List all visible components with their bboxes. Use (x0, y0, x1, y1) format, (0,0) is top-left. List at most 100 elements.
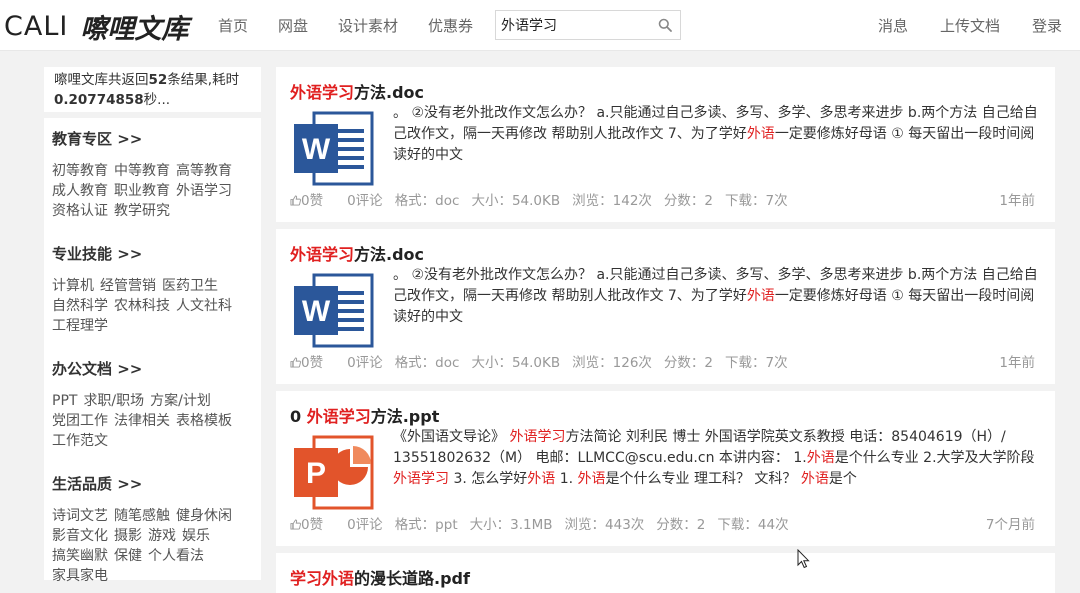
upload-document-link[interactable]: 上传文档 (940, 15, 1000, 36)
logo-text-en: CALI (4, 10, 69, 42)
title-segment: 方法.doc (354, 245, 425, 264)
category-link[interactable]: 方案/计划 (150, 393, 211, 409)
result-card: 0 外语学习方法.ppt P 《外国语文导论》 外语学习方法简论 刘利民 博士 外国… (276, 391, 1055, 546)
category-sidebar: 教育专区 >> 初等教育 中等教育 高等教育成人教育 职业教育 外语学习资格认证 教学研究… (44, 118, 261, 584)
category-link[interactable]: 经管营销 (100, 278, 156, 294)
category-link[interactable]: 教学研究 (114, 203, 170, 219)
category-title-skills[interactable]: 专业技能 >> (52, 243, 253, 264)
category-link[interactable]: 随笔感触 (114, 508, 170, 524)
category-link[interactable]: 医药卫生 (162, 278, 218, 294)
category-link[interactable]: 计算机 (52, 278, 94, 294)
like-button[interactable]: 0赞 (290, 189, 335, 209)
title-segment: 外语学习 (306, 407, 371, 426)
result-card: 学习外语的漫长道路.pdf (276, 553, 1055, 593)
category-group: 教育专区 >> 初等教育 中等教育 高等教育成人教育 职业教育 外语学习资格认证 教学研究 (52, 128, 253, 221)
result-title[interactable]: 0 外语学习方法.ppt (290, 403, 439, 427)
category-link[interactable]: 自然科学 (52, 298, 108, 314)
thumbs-up-icon (290, 357, 301, 368)
category-link[interactable]: 成人教育 (52, 183, 108, 199)
file-format: 格式：ppt (394, 517, 458, 533)
category-link[interactable]: 家具家电 (52, 568, 108, 584)
nav-coupons[interactable]: 优惠券 (428, 15, 473, 36)
file-size: 大小：3.1MB (469, 517, 553, 533)
thumbs-up-icon (290, 195, 301, 206)
result-card: 外语学习方法.doc W 。 ②没有老外批改作文怎么办？ a.只能通过自己多读、多写… (276, 229, 1055, 384)
file-size: 大小：54.0KB (471, 193, 561, 209)
category-link[interactable]: 表格模板 (176, 413, 232, 429)
like-count: 0赞 (301, 193, 324, 209)
result-meta: 0赞 0评论 格式：doc 大小：54.0KB 浏览：142次 分数：2 下载：7次 (290, 189, 800, 209)
category-link[interactable]: 高等教育 (176, 163, 232, 179)
result-title[interactable]: 外语学习方法.doc (290, 241, 424, 265)
category-link[interactable]: 农林科技 (114, 298, 170, 314)
category-link[interactable]: 资格认证 (52, 203, 108, 219)
category-link[interactable]: 党团工作 (52, 413, 108, 429)
category-link[interactable]: 求职/职场 (83, 393, 144, 409)
snippet-segment: 外语 (746, 126, 775, 142)
category-link[interactable]: 工程理学 (52, 318, 108, 334)
category-link[interactable]: 初等教育 (52, 163, 108, 179)
svg-text:P: P (306, 457, 326, 490)
category-link[interactable]: 娱乐 (182, 528, 210, 544)
like-count: 0赞 (301, 355, 324, 371)
top-header: CALI 嚓哩文库 首页 网盘 设计素材 优惠券 消息 上传文档 登录 (0, 0, 1080, 51)
file-size: 大小：54.0KB (471, 355, 561, 371)
category-link[interactable]: 个人看法 (148, 548, 204, 564)
word-doc-icon[interactable]: W (292, 111, 374, 186)
title-segment: 学习外语 (290, 569, 355, 588)
view-count: 浏览：142次 (572, 193, 652, 209)
category-title-education[interactable]: 教育专区 >> (52, 128, 253, 149)
category-link[interactable]: 搞笑幽默 (52, 548, 108, 564)
category-link[interactable]: 人文社科 (176, 298, 232, 314)
nav-netdisk[interactable]: 网盘 (278, 15, 308, 36)
category-title-office[interactable]: 办公文档 >> (52, 358, 253, 379)
result-card: 外语学习方法.doc W 。 ②没有老外批改作文怎么办？ a.只能通过自己多读、多写… (276, 67, 1055, 222)
result-meta: 0赞 0评论 格式：ppt 大小：3.1MB 浏览：443次 分数：2 下载：44次 (290, 513, 801, 533)
snippet-segment: 1. (555, 471, 578, 487)
messages-link[interactable]: 消息 (878, 15, 908, 36)
summary-suffix: 秒... (143, 92, 171, 108)
site-logo[interactable]: CALI 嚓哩文库 (4, 6, 188, 46)
category-link[interactable]: 健身休闲 (176, 508, 232, 524)
snippet-segment: 3. 怎么学好 (449, 471, 528, 487)
snippet-segment: 外语 (577, 471, 606, 487)
powerpoint-icon[interactable]: P (292, 435, 374, 510)
category-link[interactable]: 诗词文艺 (52, 508, 108, 524)
category-link[interactable]: 保健 (114, 548, 142, 564)
result-time: 1年前 (999, 355, 1035, 371)
file-format: 格式：doc (394, 193, 460, 209)
login-link[interactable]: 登录 (1032, 15, 1062, 36)
result-title[interactable]: 学习外语的漫长道路.pdf (290, 565, 470, 589)
category-link[interactable]: PPT (52, 393, 77, 409)
category-link[interactable]: 外语学习 (176, 183, 232, 199)
category-link[interactable]: 中等教育 (114, 163, 170, 179)
category-title-lifestyle[interactable]: 生活品质 >> (52, 473, 253, 494)
category-links: 计算机 经管营销 医药卫生自然科学 农林科技 人文社科工程理学 (52, 276, 253, 336)
category-link[interactable]: 法律相关 (114, 413, 170, 429)
like-button[interactable]: 0赞 (290, 513, 335, 533)
result-snippet: 。 ②没有老外批改作文怎么办？ a.只能通过自己多读、多写、多学、多思考来进步 … (393, 265, 1038, 328)
nav-home[interactable]: 首页 (218, 15, 248, 36)
title-segment: 外语学习 (290, 245, 355, 264)
search-input[interactable] (501, 15, 651, 35)
category-group: 生活品质 >> 诗词文艺 随笔感触 健身休闲影音文化 摄影 游戏 娱乐搞笑幽默 保健 个人看法… (52, 473, 253, 586)
category-link[interactable]: 工作范文 (52, 433, 108, 449)
category-link[interactable]: 摄影 (114, 528, 142, 544)
like-button[interactable]: 0赞 (290, 351, 335, 371)
result-count: 52 (148, 72, 168, 88)
category-link[interactable]: 职业教育 (114, 183, 170, 199)
snippet-segment: 是个什么专业 2.大学及大学阶段 (834, 450, 1035, 466)
main-nav: 首页 网盘 设计素材 优惠券 (218, 0, 503, 50)
result-snippet: 《外国语文导论》 外语学习方法简论 刘利民 博士 外国语学院英文系教授 电话：8… (393, 427, 1038, 490)
thumbs-up-icon (290, 519, 301, 530)
snippet-segment: 是个什么专业 理工科？ 文科？ (605, 471, 801, 487)
word-doc-icon[interactable]: W (292, 273, 374, 348)
result-title[interactable]: 外语学习方法.doc (290, 79, 424, 103)
comment-count: 0评论 (347, 355, 383, 371)
nav-design-assets[interactable]: 设计素材 (338, 15, 398, 36)
category-link[interactable]: 游戏 (148, 528, 176, 544)
category-link[interactable]: 影音文化 (52, 528, 108, 544)
mouse-cursor-icon (797, 549, 810, 569)
summary-middle: 条结果,耗时 (167, 72, 240, 88)
search-icon[interactable] (658, 18, 672, 32)
